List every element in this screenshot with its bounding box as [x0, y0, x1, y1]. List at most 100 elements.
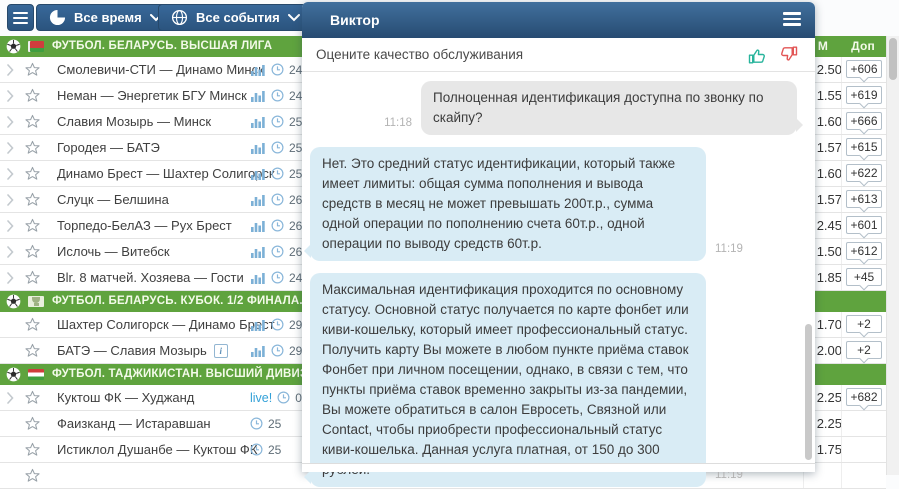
league-title: ФУТБОЛ. БЕЛАРУСЬ. ВЫСШАЯ ЛИГА: [52, 36, 272, 57]
match-name[interactable]: Неман — Энергетик БГУ Минск: [57, 83, 247, 108]
match-name[interactable]: Городея — БАТЭ: [57, 135, 160, 160]
stats-icon[interactable]: [250, 63, 266, 76]
expand-chevron-icon[interactable]: [7, 116, 14, 128]
odds-dop-button[interactable]: +613: [846, 190, 882, 208]
odds-dop-button[interactable]: +2: [846, 341, 882, 359]
match-name[interactable]: Динамо Брест — Шахтер Солигорск: [57, 161, 275, 186]
favorite-star-icon[interactable]: [25, 343, 40, 358]
match-name[interactable]: Фаизканд — Истаравшан: [57, 411, 211, 436]
odds-dop-cell: +601: [841, 213, 886, 238]
favorite-star-icon[interactable]: [25, 270, 40, 285]
match-date: 26: [289, 193, 302, 207]
stats-icon[interactable]: [250, 115, 266, 128]
message-bubble: Нет. Это средний статус идентификации, к…: [310, 147, 706, 261]
stats-icon[interactable]: [250, 344, 266, 357]
league-title: ФУТБОЛ. ТАДЖИКИСТАН. ВЫСШИЙ ДИВИЗИОН: [52, 364, 334, 385]
clock-icon: [271, 219, 284, 232]
favorite-star-icon[interactable]: [25, 88, 40, 103]
odds-dop-cell: +622: [841, 161, 886, 186]
column-header-dop: Доп: [843, 36, 883, 57]
odds-dop-button[interactable]: +615: [846, 138, 882, 156]
stats-icon[interactable]: [250, 193, 266, 206]
stats-icon[interactable]: [250, 219, 266, 232]
stats-icon[interactable]: [250, 167, 266, 180]
favorite-star-icon[interactable]: [25, 218, 40, 233]
favorite-star-icon[interactable]: [25, 317, 40, 332]
match-name[interactable]: Смолевичи-СТИ — Динамо Минск: [57, 57, 264, 82]
match-name[interactable]: Торпедо-БелАЗ — Рух Брест: [57, 213, 232, 238]
favorite-star-icon[interactable]: [25, 166, 40, 181]
odds-dop-button[interactable]: +666: [846, 112, 882, 130]
match-name[interactable]: Истиклол Душанбе — Куктош ФК: [57, 437, 257, 462]
chat-message-user: 11:18 Полноценная идентификация доступна…: [310, 81, 797, 135]
chat-menu-button[interactable]: [783, 12, 801, 26]
favorite-star-icon[interactable]: [25, 442, 40, 457]
clock-icon: [271, 167, 284, 180]
match-name[interactable]: Слуцк — Белшина: [57, 187, 169, 212]
info-icon[interactable]: i: [214, 344, 228, 358]
odds-dop-button[interactable]: +45: [846, 268, 882, 286]
expand-chevron-icon[interactable]: [7, 142, 14, 154]
soccer-ball-icon: [6, 367, 21, 382]
page-scrollbar[interactable]: [886, 36, 899, 475]
odds-dop-button[interactable]: +612: [846, 242, 882, 260]
match-name[interactable]: Славия Мозырь — Минск: [57, 109, 211, 134]
league-flag-icon: [28, 296, 44, 307]
stats-icon[interactable]: [250, 271, 266, 284]
match-meta: 29: [250, 312, 302, 337]
match-name[interactable]: Blr. 8 матчей. Хозяева — Гости: [57, 265, 244, 290]
time-filter-dropdown[interactable]: Все время: [36, 4, 175, 31]
match-name[interactable]: Шахтер Солигорск — Динамо Брест: [57, 312, 275, 337]
chat-scrollbar-thumb[interactable]: [805, 324, 812, 460]
thumbs-down-button[interactable]: [773, 45, 805, 65]
match-name[interactable]: БАТЭ — Славия Мозырьi: [57, 338, 228, 363]
favorite-star-icon[interactable]: [25, 114, 40, 129]
expand-chevron-icon[interactable]: [7, 272, 14, 284]
stats-icon[interactable]: [250, 89, 266, 102]
expand-chevron-icon[interactable]: [7, 64, 14, 76]
expand-chevron-icon[interactable]: [7, 392, 14, 404]
match-name[interactable]: Ислочь — Витебск: [57, 239, 170, 264]
odds-dop-button[interactable]: +2: [846, 315, 882, 333]
thumbs-up-button[interactable]: [741, 45, 773, 65]
favorite-star-icon[interactable]: [25, 62, 40, 77]
stats-icon[interactable]: [250, 245, 266, 258]
stats-icon[interactable]: [250, 318, 266, 331]
expand-chevron-icon[interactable]: [7, 246, 14, 258]
odds-dop-cell: +682: [841, 385, 886, 410]
expand-chevron-icon[interactable]: [7, 168, 14, 180]
events-filter-dropdown[interactable]: Все события: [158, 4, 313, 31]
odds-dop-button[interactable]: +682: [846, 388, 882, 406]
message-bubble: Максимальная идентификация проходится по…: [310, 273, 706, 487]
match-date: 29: [289, 344, 302, 358]
chat-header: Виктор: [302, 2, 815, 38]
stats-icon[interactable]: [250, 141, 266, 154]
clock-icon: [271, 63, 284, 76]
favorite-star-icon[interactable]: [25, 140, 40, 155]
soccer-ball-icon: [6, 39, 21, 54]
match-meta: 25: [250, 135, 302, 160]
expand-chevron-icon[interactable]: [7, 194, 14, 206]
live-badge: live!: [250, 391, 272, 405]
expand-chevron-icon[interactable]: [7, 90, 14, 102]
favorite-star-icon[interactable]: [25, 390, 40, 405]
odds-dop-button[interactable]: +601: [846, 216, 882, 234]
odds-dop-cell: +606: [841, 57, 886, 82]
odds-dop-cell: [841, 437, 886, 462]
page-scrollbar-thumb[interactable]: [889, 38, 897, 80]
match-name[interactable]: Куктош ФК — Худжанд: [57, 385, 194, 410]
favorite-star-icon[interactable]: [25, 416, 40, 431]
clock-icon: [271, 89, 284, 102]
odds-dop-button[interactable]: +606: [846, 60, 882, 78]
match-date: 24: [289, 63, 302, 77]
favorite-star-icon[interactable]: [25, 244, 40, 259]
main-menu-button[interactable]: [7, 4, 34, 31]
favorite-star-icon[interactable]: [25, 192, 40, 207]
match-date: 26: [289, 245, 302, 259]
match-meta: 24: [250, 83, 302, 108]
odds-dop-button[interactable]: +622: [846, 164, 882, 182]
odds-dop-button[interactable]: +619: [846, 86, 882, 104]
favorite-star-icon[interactable]: [25, 468, 40, 483]
match-date: 25: [268, 443, 281, 457]
expand-chevron-icon[interactable]: [7, 220, 14, 232]
